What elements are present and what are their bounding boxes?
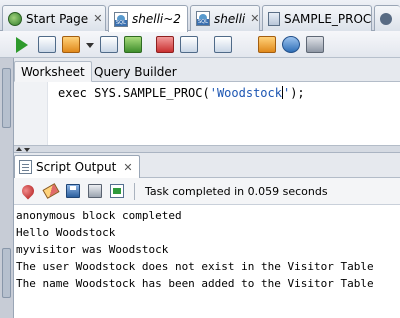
rollback-icon[interactable]: [156, 36, 174, 53]
output-line: myvisitor was Woodstock: [16, 243, 169, 256]
side-panel-tab[interactable]: [2, 248, 11, 298]
tab-overflow[interactable]: [374, 5, 400, 31]
collapsed-side-panel: [0, 58, 14, 318]
procedure-icon: [268, 11, 280, 26]
close-icon[interactable]: ✕: [186, 13, 187, 26]
code-keyword: exec SYS.SAMPLE_PROC(: [58, 86, 210, 100]
cancel-icon[interactable]: [180, 36, 198, 53]
line-number-gutter: [14, 82, 48, 145]
tab-label: Script Output: [36, 160, 117, 174]
close-icon[interactable]: ✕: [123, 161, 132, 174]
close-icon[interactable]: ✕: [93, 12, 102, 25]
output-toolbar: Task completed in 0.059 seconds: [14, 178, 400, 205]
autotrace-icon[interactable]: [100, 36, 118, 53]
pin-icon[interactable]: [19, 182, 37, 200]
print-icon[interactable]: [88, 184, 102, 198]
sql-worksheet-icon: [114, 11, 128, 27]
tab-query-builder[interactable]: Query Builder: [88, 61, 183, 82]
more-tabs-icon: [380, 12, 392, 25]
tab-sample-proc[interactable]: SAMPLE_PROC ✕: [262, 5, 372, 31]
tab-shelli-2[interactable]: shelli~2 ✕: [108, 5, 188, 32]
tab-start-page[interactable]: Start Page ✕: [2, 5, 106, 31]
tab-script-output[interactable]: Script Output ✕: [14, 155, 140, 178]
dropdown-arrow-icon[interactable]: [86, 43, 94, 48]
tab-label: Worksheet: [21, 64, 85, 79]
side-panel-tab[interactable]: [2, 68, 11, 128]
output-line: anonymous block completed: [16, 209, 182, 222]
commit-icon[interactable]: [62, 36, 80, 53]
start-page-icon: [8, 11, 22, 26]
tab-worksheet[interactable]: Worksheet: [14, 61, 92, 82]
tab-label: Start Page: [26, 11, 89, 26]
collapse-up-icon[interactable]: [16, 147, 22, 151]
sql-worksheet-icon: [196, 11, 210, 26]
string-literal: 'Woodstock: [209, 86, 282, 100]
close-icon[interactable]: ✕: [250, 12, 259, 25]
panel-splitter[interactable]: [14, 146, 400, 153]
script-output-icon: [19, 160, 32, 174]
sql-tuning-icon[interactable]: [214, 36, 232, 53]
script-output-text[interactable]: anonymous block completed Hello Woodstoc…: [14, 205, 400, 318]
history-icon[interactable]: [282, 36, 300, 53]
collapse-down-icon[interactable]: [24, 148, 30, 152]
run-statement-icon[interactable]: [16, 37, 28, 53]
output-line: The name Woodstock has been added to the…: [16, 277, 374, 290]
document-icon[interactable]: [110, 184, 124, 198]
clear-icon[interactable]: [258, 36, 276, 53]
toolbar-separator: [134, 183, 135, 200]
eraser-icon[interactable]: [42, 183, 60, 199]
output-line: Hello Woodstock: [16, 226, 116, 239]
code-suffix: );: [290, 86, 305, 100]
explain-plan-icon[interactable]: [124, 36, 142, 53]
tab-label: shelli~2: [132, 12, 181, 26]
output-line: The user Woodstock does not exist in the…: [16, 260, 374, 273]
worksheet-toolbar: [0, 31, 400, 58]
status-message: Task completed in 0.059 seconds: [145, 185, 328, 198]
output-tab-strip: Script Output ✕: [14, 153, 400, 178]
run-script-icon[interactable]: [38, 36, 56, 53]
editor-tab-strip: Start Page ✕ shelli~2 ✕ shelli ✕ SAMPLE_…: [0, 0, 400, 32]
worksheet-subtabs: Worksheet Query Builder: [14, 58, 400, 82]
tab-label: SAMPLE_PROC: [284, 11, 372, 26]
tab-label: Query Builder: [94, 64, 177, 79]
sql-editor[interactable]: exec SYS.SAMPLE_PROC('Woodstock');: [14, 82, 400, 146]
format-icon[interactable]: [306, 36, 324, 53]
code-line[interactable]: exec SYS.SAMPLE_PROC('Woodstock');: [58, 86, 305, 100]
tab-shelli[interactable]: shelli ✕: [190, 5, 260, 31]
save-icon[interactable]: [66, 184, 80, 198]
tab-label: shelli: [214, 11, 246, 26]
